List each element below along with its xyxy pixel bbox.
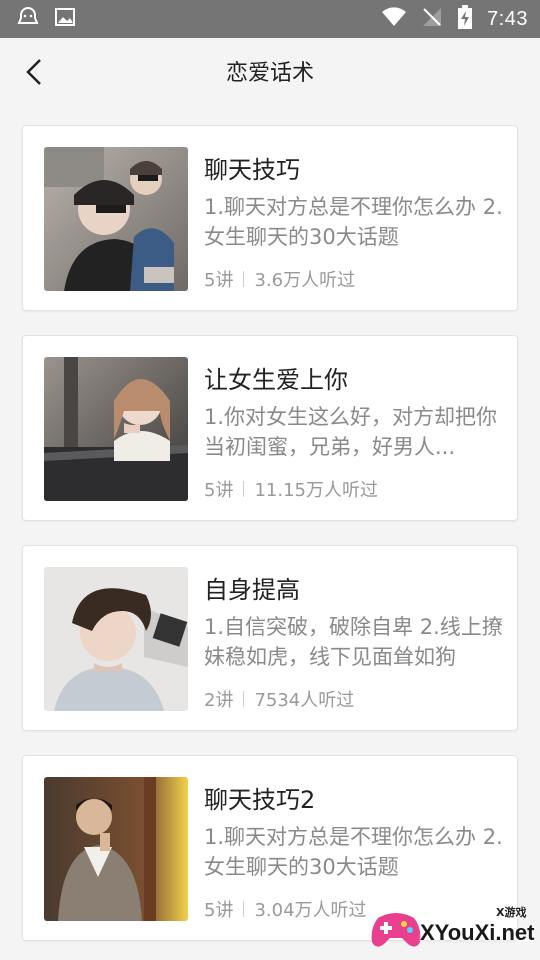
course-description: 1.自信突破，破除自卑 2.线上撩妹稳如虎，线下见面耸如狗 <box>204 615 503 669</box>
course-thumbnail <box>44 777 188 921</box>
listener-count: 3.04万人听过 <box>254 900 367 921</box>
course-thumbnail <box>44 147 188 291</box>
watermark-small-text: X游戏 <box>496 906 527 919</box>
chevron-left-icon <box>26 59 41 85</box>
assistant-icon <box>16 5 40 33</box>
course-meta: 5讲 3.6万人听过 <box>204 266 355 292</box>
status-bar: 7:43 <box>0 0 540 38</box>
page-title: 恋爱话术 <box>225 61 314 86</box>
wifi-icon <box>381 6 407 32</box>
listener-count: 11.15万人听过 <box>254 480 378 501</box>
no-signal-icon <box>421 6 443 32</box>
app-bar: 恋爱话术 <box>0 38 540 104</box>
watermark-text: XYouXi.net <box>420 920 535 945</box>
lesson-count: 5讲 <box>204 900 234 921</box>
course-description: 1.你对女生这么好，对方却把你当初闺蜜，兄弟，好男人... <box>204 405 498 459</box>
course-title: 自身提高 <box>204 576 300 604</box>
meta-divider <box>243 691 245 707</box>
course-title: 聊天技巧2 <box>204 786 316 814</box>
course-card[interactable]: 让女生爱上你 1.你对女生这么好，对方却把你当初闺蜜，兄弟，好男人... 5讲 … <box>22 335 518 521</box>
status-time: 7:43 <box>487 7 528 30</box>
battery-charging-icon <box>457 5 473 33</box>
meta-divider <box>243 481 245 497</box>
course-description: 1.聊天对方总是不理你怎么办 2.女生聊天的30大话题 <box>204 195 503 249</box>
gamepad-logo-icon <box>371 913 421 947</box>
meta-divider <box>243 901 245 917</box>
watermark: X游戏 XYouXi.net <box>368 900 538 956</box>
course-card[interactable]: 聊天技巧 1.聊天对方总是不理你怎么办 2.女生聊天的30大话题 5讲 3.6万… <box>22 125 518 311</box>
image-icon <box>54 6 76 32</box>
listener-count: 7534人听过 <box>254 690 355 711</box>
back-button[interactable] <box>14 52 54 92</box>
meta-divider <box>243 271 245 287</box>
lesson-count: 5讲 <box>204 270 234 291</box>
listener-count: 3.6万人听过 <box>254 270 356 291</box>
course-meta: 5讲 3.04万人听过 <box>204 896 367 922</box>
course-meta: 2讲 7534人听过 <box>204 686 354 712</box>
course-title: 让女生爱上你 <box>204 366 348 394</box>
course-title: 聊天技巧 <box>204 156 300 184</box>
course-description: 1.聊天对方总是不理你怎么办 2.女生聊天的30大话题 <box>204 825 503 879</box>
lesson-count: 2讲 <box>204 690 234 711</box>
course-card[interactable]: 自身提高 1.自信突破，破除自卑 2.线上撩妹稳如虎，线下见面耸如狗 2讲 75… <box>22 545 518 731</box>
lesson-count: 5讲 <box>204 480 234 501</box>
course-thumbnail <box>44 567 188 711</box>
course-meta: 5讲 11.15万人听过 <box>204 476 378 502</box>
course-thumbnail <box>44 357 188 501</box>
